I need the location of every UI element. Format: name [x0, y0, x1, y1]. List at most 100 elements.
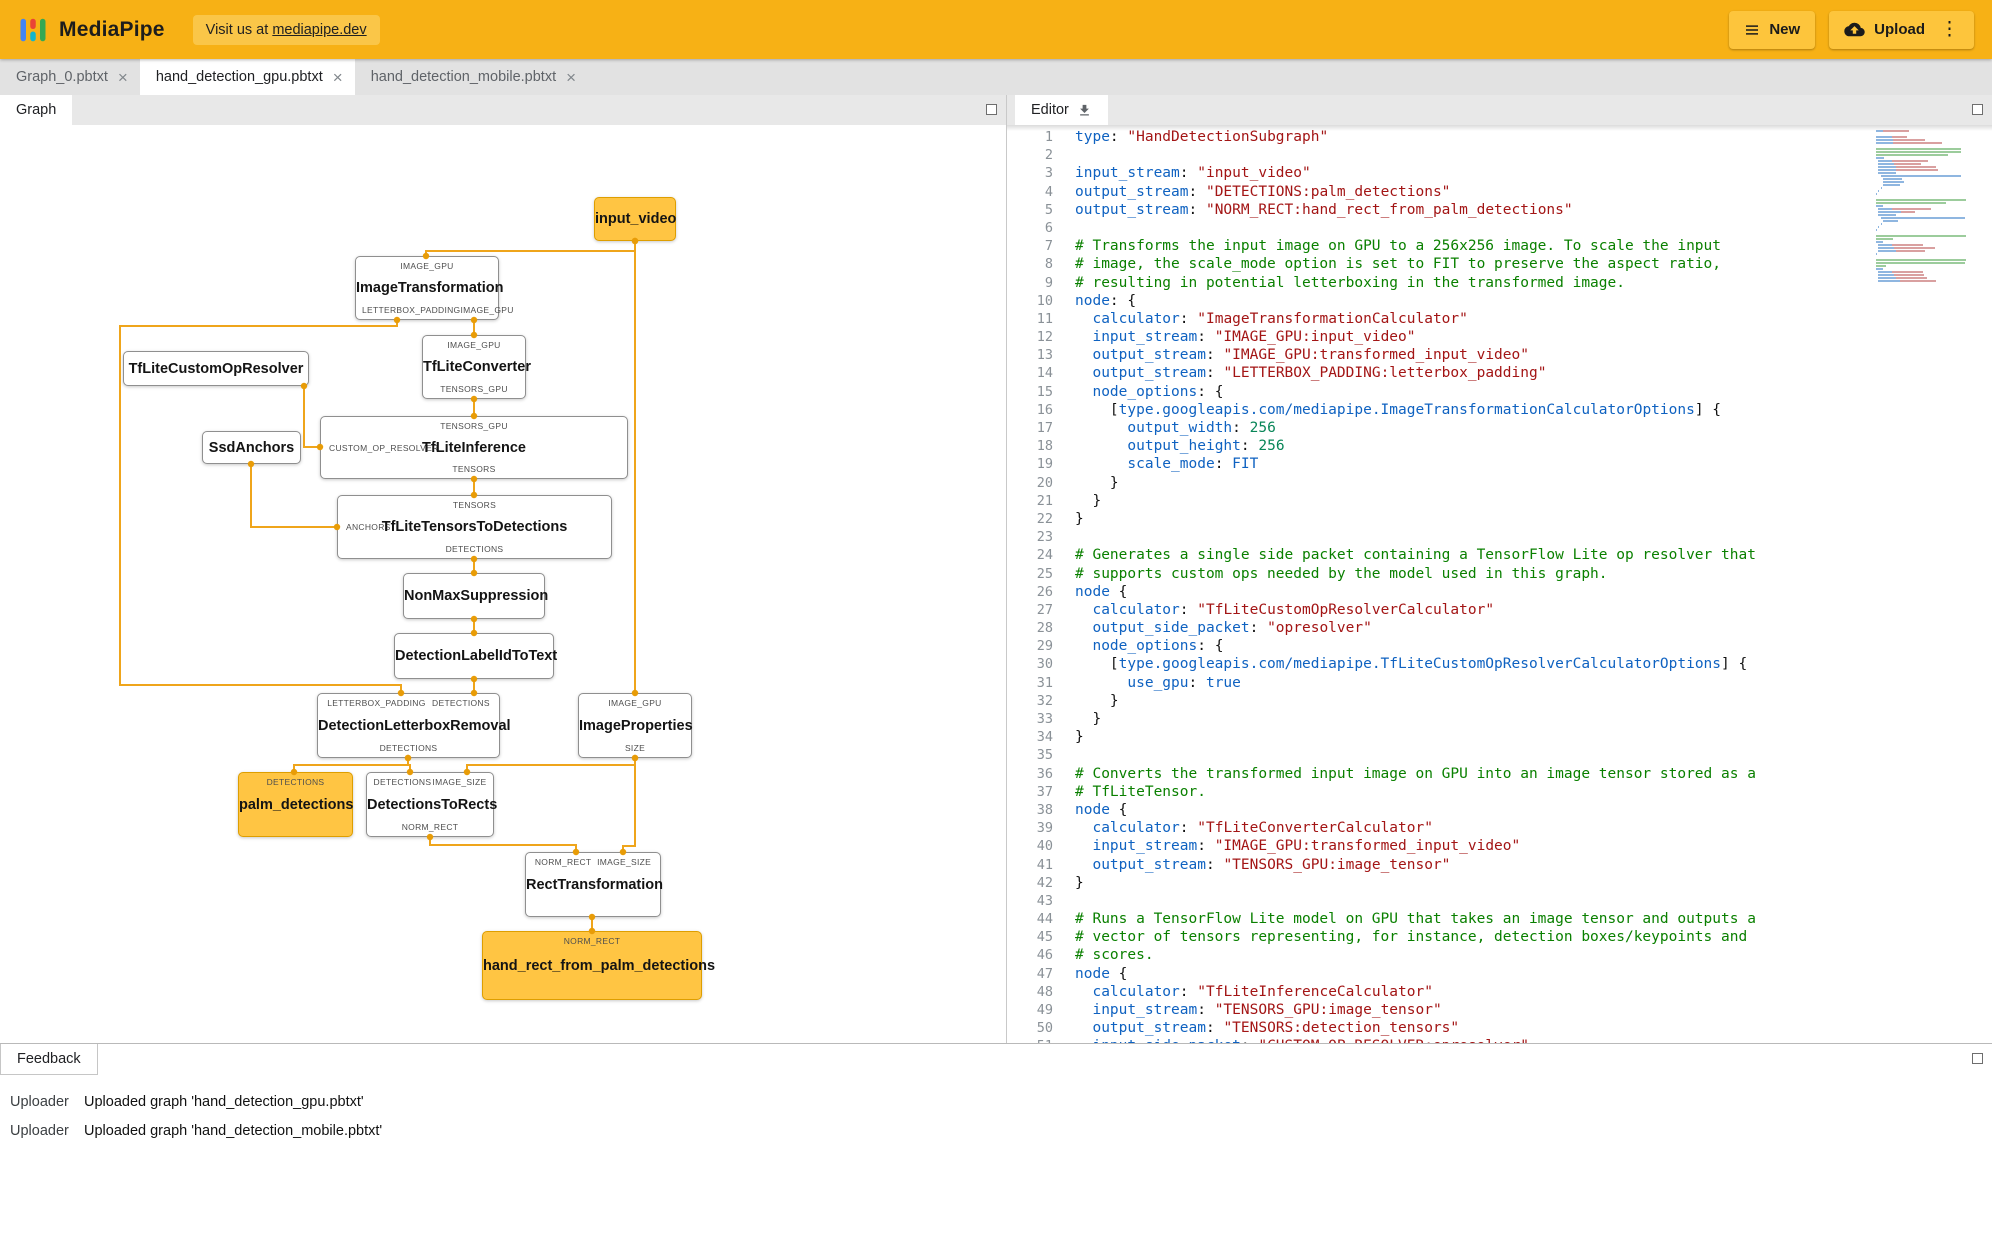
feedback-source: Uploader [10, 1122, 69, 1139]
minimap-seg [1878, 211, 1902, 213]
file-tab-strip: Graph_0.pbtxt × hand_detection_gpu.pbtxt × h… [0, 59, 1992, 95]
line-text: } [1075, 692, 1119, 709]
code-lines[interactable]: 1 type: "HandDetectionSubgraph" 2 3 input_st… [1007, 128, 1992, 1043]
line-text: use_gpu: true [1127, 674, 1241, 691]
graph-node-TfLiteConverter[interactable]: IMAGE_GPU TfLiteConverter TENSORS_GPU [422, 335, 531, 399]
minimap-seg [1882, 130, 1910, 132]
line-number: 48 [1036, 983, 1053, 1000]
minimap-seg [1880, 217, 1965, 219]
minimap-seg [1878, 277, 1896, 279]
minimap-seg [1895, 166, 1936, 168]
graph-canvas[interactable]: input_video IMAGE_GPU ImageTransformation L… [0, 125, 1006, 1043]
code-line: 31 use_gpu: true [1007, 674, 1992, 692]
code-line: 13 output_stream: "IMAGE_GPU:transformed… [1007, 346, 1992, 364]
minimap-seg [1876, 154, 1949, 156]
code-line: 15 node_options: { [1007, 383, 1992, 401]
node-label: RectTransformation [526, 876, 663, 893]
line-number: 38 [1036, 801, 1053, 818]
file-tab[interactable]: hand_detection_gpu.pbtxt × [139, 59, 355, 95]
line-text: } [1075, 711, 1102, 727]
graph-node-NonMaxSuppression[interactable]: NonMaxSuppression [403, 573, 548, 619]
node-label: TfLiteInference [422, 439, 526, 456]
graph-node-ImageTransformation[interactable]: IMAGE_GPU ImageTransformation LETTERBOX_PA… [355, 256, 513, 320]
minimap-seg [1876, 193, 1878, 195]
popout-icon[interactable] [1972, 1053, 1983, 1064]
port-label: IMAGE_SIZE [432, 777, 487, 787]
code-editor[interactable]: 1 type: "HandDetectionSubgraph" 2 3 input_st… [1007, 125, 1992, 1043]
graph-node-DetectionLetterboxRemoval[interactable]: LETTERBOX_PADDING DETECTIONS DetectionLett… [317, 693, 511, 758]
minimap-seg [1878, 172, 1896, 174]
upload-button[interactable]: Upload ⋮ [1829, 10, 1974, 49]
port-label: LETTERBOX_PADDING [327, 698, 426, 708]
line-number: 41 [1036, 856, 1053, 873]
port-label: IMAGE_GPU [400, 261, 454, 271]
close-tab-icon[interactable]: × [333, 69, 343, 86]
code-line: 30 [type.googleapis.com/mediapipe.TfLite… [1007, 655, 1992, 673]
file-tab[interactable]: hand_detection_mobile.pbtxt × [355, 59, 588, 95]
code-line: 14 output_stream: "LETTERBOX_PADDING:let… [1007, 364, 1992, 382]
line-number: 44 [1036, 911, 1053, 928]
minimap-seg [1878, 271, 1893, 273]
line-text: output_stream: "DETECTIONS:palm_detectio… [1075, 183, 1451, 200]
code-line: 37 # TfLiteTensor. [1007, 783, 1992, 801]
minimap-seg [1876, 238, 1894, 240]
minimap-seg [1901, 211, 1916, 213]
file-tab[interactable]: Graph_0.pbtxt × [0, 59, 140, 95]
line-text: input_stream: "TENSORS_GPU:image_tensor" [1092, 1002, 1442, 1018]
graph-node-DetectionsToRects[interactable]: DETECTIONS IMAGE_SIZE DetectionsToRects NOR… [366, 772, 497, 837]
tab-graph[interactable]: Graph [0, 95, 73, 125]
mediapipe-dev-link[interactable]: mediapipe.dev [272, 22, 366, 38]
line-number: 27 [1036, 601, 1053, 618]
graph-node-palm_detections[interactable]: DETECTIONS palm_detections [238, 772, 353, 837]
line-text: # Generates a single side packet contain… [1075, 547, 1756, 564]
download-icon[interactable] [1077, 103, 1092, 118]
port-label: DETECTIONS [379, 743, 438, 753]
minimap[interactable] [1876, 130, 1980, 283]
close-tab-icon[interactable]: × [566, 69, 576, 86]
popout-icon[interactable] [986, 104, 997, 115]
line-text: input_stream: "IMAGE_GPU:input_video" [1092, 329, 1416, 346]
input-port-labels: IMAGE_GPU [356, 261, 498, 271]
line-number: 33 [1036, 711, 1053, 727]
line-number: 1 [1044, 129, 1053, 145]
port-label: TENSORS_GPU [440, 421, 508, 431]
graph-node-SsdAnchors[interactable]: SsdAnchors [202, 431, 301, 464]
graph-node-TfLiteTensorsToDetections[interactable]: TENSORS ANCHORS TfLiteTensorsToDetections D… [337, 495, 612, 559]
close-tab-icon[interactable]: × [118, 69, 128, 86]
graph-node-TfLiteInference[interactable]: TENSORS_GPU CUSTOM_OP_RESOLVER TfLiteInfer… [320, 416, 628, 479]
tab-feedback[interactable]: Feedback [0, 1044, 98, 1075]
visit-text: Visit us at [205, 21, 269, 38]
graph-node-hand_rect_from_palm_detections[interactable]: NORM_RECT hand_rect_from_palm_detections [482, 931, 716, 1000]
line-text: scale_mode: FIT [1127, 456, 1259, 473]
graph-node-RectTransformation[interactable]: NORM_RECT IMAGE_SIZE RectTransformation [525, 852, 663, 917]
code-line: 36 # Converts the transformed input image… [1007, 765, 1992, 783]
port-label: NORM_RECT [563, 936, 621, 946]
node-label: hand_rect_from_palm_detections [483, 957, 716, 974]
new-button[interactable]: New [1729, 10, 1816, 49]
feedback-tab-label: Feedback [17, 1051, 81, 1067]
minimap-seg [1878, 166, 1896, 168]
minimap-seg [1882, 220, 1898, 222]
graph-node-ImageProperties[interactable]: IMAGE_GPU ImageProperties SIZE [578, 693, 693, 758]
editor-panel: Editor 1 type: "HandDetectionSubgraph" 2 3 i… [1006, 95, 1992, 1043]
line-text: # Runs a TensorFlow Lite model on GPU th… [1075, 911, 1756, 928]
code-line: 7 # Transforms the input image on GPU to … [1007, 237, 1992, 255]
graph-node-TfLiteCustomOpResolver[interactable]: TfLiteCustomOpResolver [123, 351, 309, 386]
tab-editor[interactable]: Editor [1015, 95, 1108, 125]
minimap-seg [1878, 244, 1893, 246]
minimap-seg [1876, 199, 1966, 201]
popout-icon[interactable] [1972, 104, 1983, 115]
code-line: 2 [1007, 146, 1992, 164]
more-options-icon[interactable]: ⋮ [1940, 18, 1959, 41]
code-line: 38 node { [1007, 801, 1992, 819]
minimap-seg [1878, 163, 1895, 165]
output-port-labels: DETECTIONS [318, 743, 499, 753]
minimap-seg [1876, 181, 1883, 183]
line-text: node { [1075, 801, 1128, 818]
graph-node-input_video[interactable]: input_video [594, 197, 676, 241]
graph-node-DetectionLabelIdToText[interactable]: DetectionLabelIdToText [394, 633, 557, 679]
line-number: 35 [1036, 747, 1053, 764]
line-number: 25 [1036, 565, 1053, 582]
line-number: 6 [1044, 219, 1053, 236]
port-label: DETECTIONS [373, 777, 432, 787]
